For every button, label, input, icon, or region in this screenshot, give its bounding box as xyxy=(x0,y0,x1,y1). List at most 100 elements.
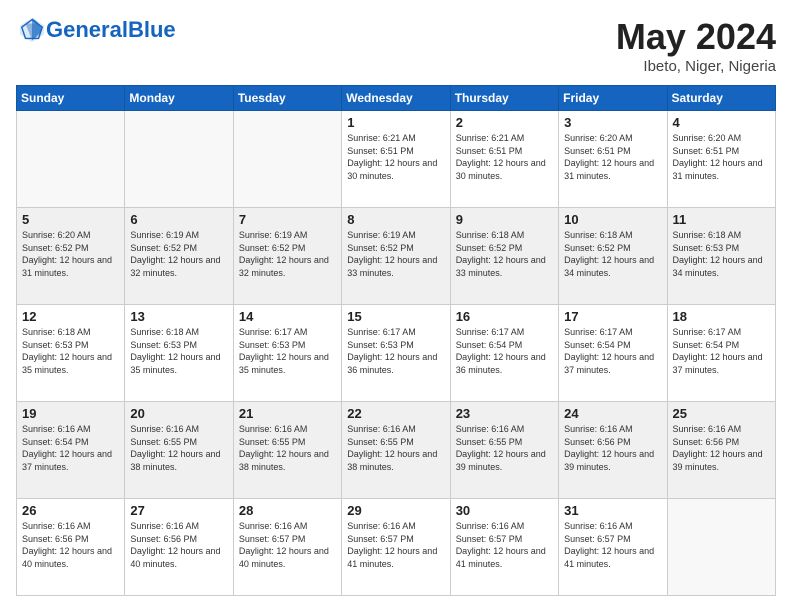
calendar-cell: 9 Sunrise: 6:18 AM Sunset: 6:52 PM Daylig… xyxy=(450,208,558,305)
calendar-cell: 6 Sunrise: 6:19 AM Sunset: 6:52 PM Daylig… xyxy=(125,208,233,305)
day-number: 20 xyxy=(130,406,227,421)
calendar-cell: 13 Sunrise: 6:18 AM Sunset: 6:53 PM Dayli… xyxy=(125,305,233,402)
day-info: Sunrise: 6:18 AM Sunset: 6:52 PM Dayligh… xyxy=(564,229,661,279)
day-number: 28 xyxy=(239,503,336,518)
calendar-cell xyxy=(667,499,775,596)
calendar-cell xyxy=(233,111,341,208)
header-sunday: Sunday xyxy=(17,86,125,111)
day-info: Sunrise: 6:17 AM Sunset: 6:53 PM Dayligh… xyxy=(239,326,336,376)
calendar-cell: 20Sunrise: 6:16 AM Sunset: 6:55 PM Dayli… xyxy=(125,402,233,499)
day-info: Sunrise: 6:20 AM Sunset: 6:52 PM Dayligh… xyxy=(22,229,119,279)
day-info: Sunrise: 6:16 AM Sunset: 6:56 PM Dayligh… xyxy=(673,423,770,473)
day-number: 16 xyxy=(456,309,553,324)
day-number: 14 xyxy=(239,309,336,324)
calendar-cell: 7 Sunrise: 6:19 AM Sunset: 6:52 PM Daylig… xyxy=(233,208,341,305)
calendar-cell: 29 Sunrise: 6:16 AM Sunset: 6:57 PM Dayli… xyxy=(342,499,450,596)
day-number: 18 xyxy=(673,309,770,324)
header-thursday: Thursday xyxy=(450,86,558,111)
day-number: 3 xyxy=(564,115,661,130)
day-info: Sunrise: 6:16 AM Sunset: 6:54 PM Dayligh… xyxy=(22,423,119,473)
day-info: Sunrise: 6:21 AM Sunset: 6:51 PM Dayligh… xyxy=(456,132,553,182)
week-row-4: 19 Sunrise: 6:16 AM Sunset: 6:54 PM Dayli… xyxy=(17,402,776,499)
calendar-cell: 1 Sunrise: 6:21 AM Sunset: 6:51 PM Daylig… xyxy=(342,111,450,208)
day-info: Sunrise: 6:18 AM Sunset: 6:53 PM Dayligh… xyxy=(673,229,770,279)
week-row-3: 12 Sunrise: 6:18 AM Sunset: 6:53 PM Dayli… xyxy=(17,305,776,402)
header-saturday: Saturday xyxy=(667,86,775,111)
day-info: Sunrise: 6:17 AM Sunset: 6:53 PM Dayligh… xyxy=(347,326,444,376)
day-info: Sunrise: 6:17 AM Sunset: 6:54 PM Dayligh… xyxy=(456,326,553,376)
day-info: Sunrise: 6:16 AM Sunset: 6:55 PM Dayligh… xyxy=(347,423,444,473)
calendar-cell: 30 Sunrise: 6:16 AM Sunset: 6:57 PM Dayli… xyxy=(450,499,558,596)
calendar-cell: 19 Sunrise: 6:16 AM Sunset: 6:54 PM Dayli… xyxy=(17,402,125,499)
calendar-cell: 27Sunrise: 6:16 AM Sunset: 6:56 PM Dayli… xyxy=(125,499,233,596)
day-number: 1 xyxy=(347,115,444,130)
day-info: Sunrise: 6:17 AM Sunset: 6:54 PM Dayligh… xyxy=(564,326,661,376)
day-number: 27 xyxy=(130,503,227,518)
page: GeneralBlue May 2024 Ibeto, Niger, Niger… xyxy=(0,0,792,612)
calendar-cell: 28Sunrise: 6:16 AM Sunset: 6:57 PM Dayli… xyxy=(233,499,341,596)
day-number: 6 xyxy=(130,212,227,227)
calendar-title: May 2024 xyxy=(616,16,776,58)
title-area: May 2024 Ibeto, Niger, Nigeria xyxy=(616,16,776,75)
day-number: 30 xyxy=(456,503,553,518)
logo-general: General xyxy=(46,17,128,42)
week-row-2: 5Sunrise: 6:20 AM Sunset: 6:52 PM Daylig… xyxy=(17,208,776,305)
day-info: Sunrise: 6:19 AM Sunset: 6:52 PM Dayligh… xyxy=(130,229,227,279)
calendar-cell: 26 Sunrise: 6:16 AM Sunset: 6:56 PM Dayli… xyxy=(17,499,125,596)
day-info: Sunrise: 6:18 AM Sunset: 6:53 PM Dayligh… xyxy=(22,326,119,376)
day-info: Sunrise: 6:18 AM Sunset: 6:53 PM Dayligh… xyxy=(130,326,227,376)
calendar-cell: 31 Sunrise: 6:16 AM Sunset: 6:57 PM Dayli… xyxy=(559,499,667,596)
day-info: Sunrise: 6:16 AM Sunset: 6:57 PM Dayligh… xyxy=(564,520,661,570)
day-number: 11 xyxy=(673,212,770,227)
header: GeneralBlue May 2024 Ibeto, Niger, Niger… xyxy=(16,16,776,75)
day-number: 13 xyxy=(130,309,227,324)
day-info: Sunrise: 6:18 AM Sunset: 6:52 PM Dayligh… xyxy=(456,229,553,279)
day-number: 22 xyxy=(347,406,444,421)
header-tuesday: Tuesday xyxy=(233,86,341,111)
logo: GeneralBlue xyxy=(16,16,176,44)
day-info: Sunrise: 6:20 AM Sunset: 6:51 PM Dayligh… xyxy=(564,132,661,182)
header-monday: Monday xyxy=(125,86,233,111)
day-info: Sunrise: 6:16 AM Sunset: 6:55 PM Dayligh… xyxy=(239,423,336,473)
day-number: 7 xyxy=(239,212,336,227)
day-number: 4 xyxy=(673,115,770,130)
day-number: 25 xyxy=(673,406,770,421)
header-friday: Friday xyxy=(559,86,667,111)
calendar-cell: 8Sunrise: 6:19 AM Sunset: 6:52 PM Daylig… xyxy=(342,208,450,305)
calendar-cell: 5Sunrise: 6:20 AM Sunset: 6:52 PM Daylig… xyxy=(17,208,125,305)
day-info: Sunrise: 6:16 AM Sunset: 6:57 PM Dayligh… xyxy=(347,520,444,570)
day-info: Sunrise: 6:21 AM Sunset: 6:51 PM Dayligh… xyxy=(347,132,444,182)
calendar-cell: 12 Sunrise: 6:18 AM Sunset: 6:53 PM Dayli… xyxy=(17,305,125,402)
calendar-cell: 25 Sunrise: 6:16 AM Sunset: 6:56 PM Dayli… xyxy=(667,402,775,499)
week-row-5: 26 Sunrise: 6:16 AM Sunset: 6:56 PM Dayli… xyxy=(17,499,776,596)
day-number: 12 xyxy=(22,309,119,324)
day-number: 9 xyxy=(456,212,553,227)
day-number: 29 xyxy=(347,503,444,518)
day-number: 2 xyxy=(456,115,553,130)
calendar-subtitle: Ibeto, Niger, Nigeria xyxy=(616,58,776,75)
calendar-cell: 14 Sunrise: 6:17 AM Sunset: 6:53 PM Dayli… xyxy=(233,305,341,402)
calendar-table: Sunday Monday Tuesday Wednesday Thursday… xyxy=(16,85,776,596)
day-number: 21 xyxy=(239,406,336,421)
day-number: 31 xyxy=(564,503,661,518)
day-number: 8 xyxy=(347,212,444,227)
day-number: 19 xyxy=(22,406,119,421)
day-info: Sunrise: 6:16 AM Sunset: 6:56 PM Dayligh… xyxy=(22,520,119,570)
calendar-cell xyxy=(125,111,233,208)
day-info: Sunrise: 6:20 AM Sunset: 6:51 PM Dayligh… xyxy=(673,132,770,182)
day-number: 17 xyxy=(564,309,661,324)
day-number: 15 xyxy=(347,309,444,324)
day-number: 26 xyxy=(22,503,119,518)
calendar-cell: 11 Sunrise: 6:18 AM Sunset: 6:53 PM Dayli… xyxy=(667,208,775,305)
logo-blue: Blue xyxy=(128,17,176,42)
calendar-cell: 17 Sunrise: 6:17 AM Sunset: 6:54 PM Dayli… xyxy=(559,305,667,402)
day-info: Sunrise: 6:17 AM Sunset: 6:54 PM Dayligh… xyxy=(673,326,770,376)
weekday-header-row: Sunday Monday Tuesday Wednesday Thursday… xyxy=(17,86,776,111)
day-number: 23 xyxy=(456,406,553,421)
day-info: Sunrise: 6:16 AM Sunset: 6:56 PM Dayligh… xyxy=(564,423,661,473)
calendar-cell xyxy=(17,111,125,208)
day-number: 10 xyxy=(564,212,661,227)
calendar-cell: 18 Sunrise: 6:17 AM Sunset: 6:54 PM Dayli… xyxy=(667,305,775,402)
day-info: Sunrise: 6:19 AM Sunset: 6:52 PM Dayligh… xyxy=(239,229,336,279)
day-info: Sunrise: 6:16 AM Sunset: 6:57 PM Dayligh… xyxy=(456,520,553,570)
